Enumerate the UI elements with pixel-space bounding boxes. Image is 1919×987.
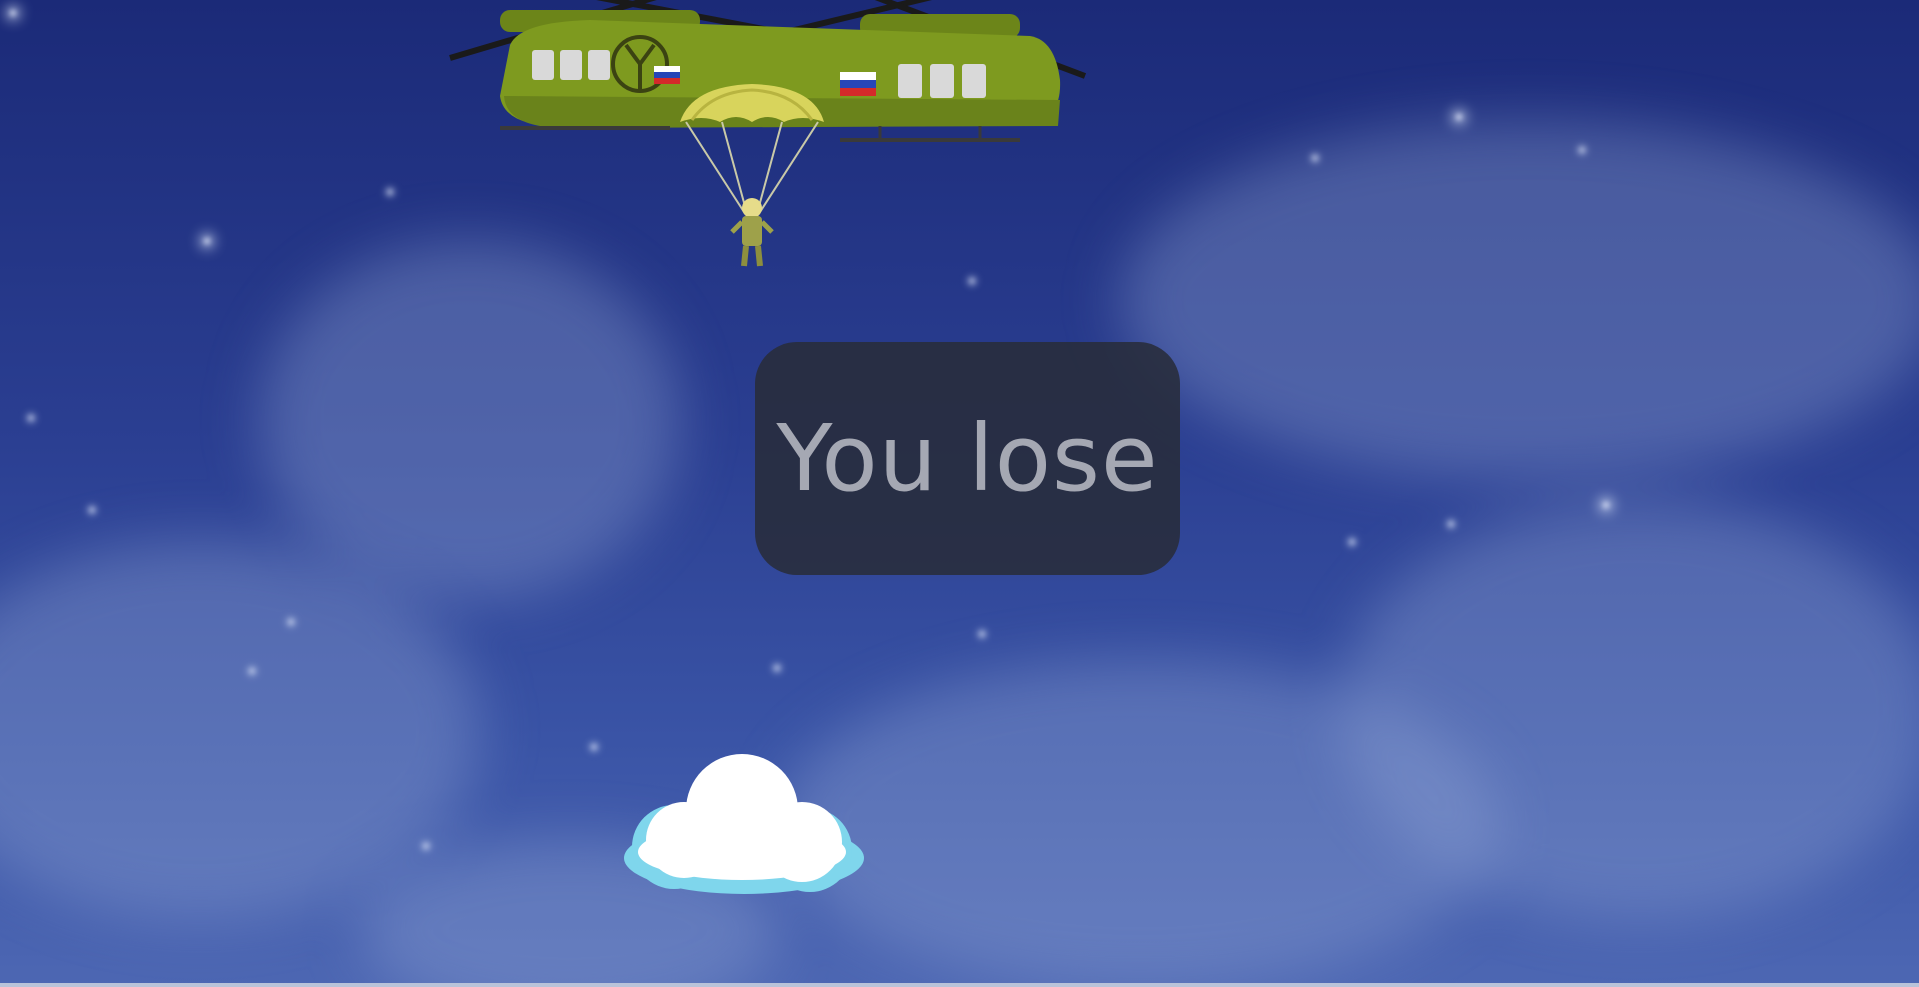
parachutist-icon bbox=[680, 84, 824, 267]
cloud-icon bbox=[624, 754, 864, 894]
ground-strip bbox=[0, 983, 1919, 987]
flag-icon bbox=[840, 72, 876, 96]
game-over-message: You lose bbox=[776, 405, 1159, 512]
game-over-dialog: You lose bbox=[755, 342, 1180, 575]
game-scene: You lose bbox=[0, 0, 1919, 987]
